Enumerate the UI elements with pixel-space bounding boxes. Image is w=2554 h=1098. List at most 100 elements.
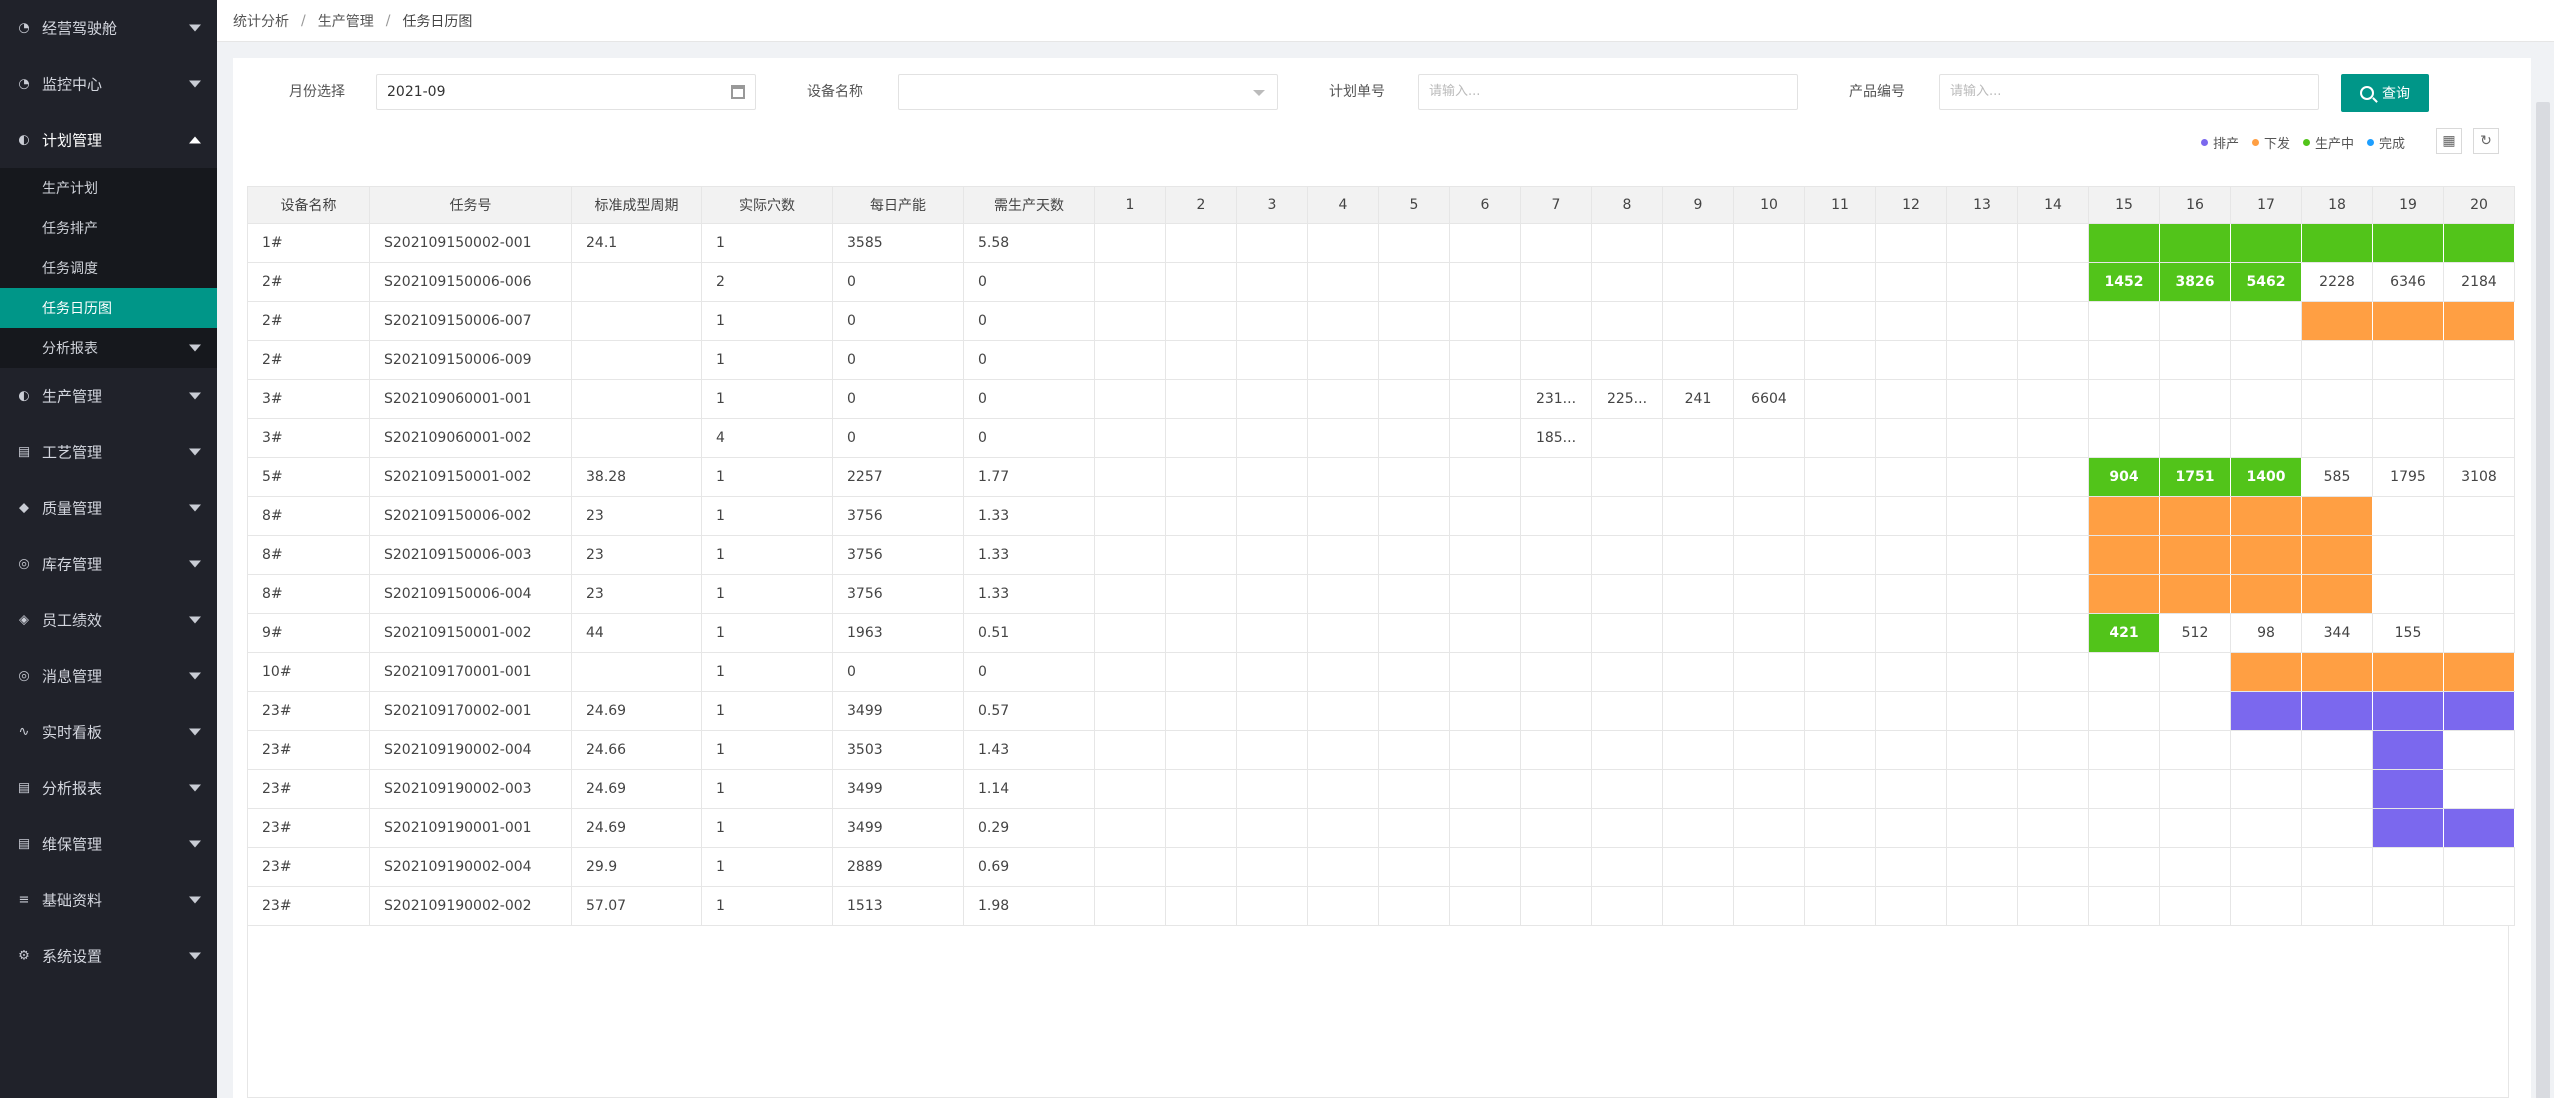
sidebar-subitem-0[interactable]: 生产计划 <box>0 168 217 208</box>
sidebar-subitem-label: 任务调度 <box>42 261 98 277</box>
day-cell <box>1378 847 1450 887</box>
schedule-bar-orange <box>2443 301 2515 341</box>
day-column-header: 18 <box>2301 186 2373 224</box>
day-cell <box>1946 496 2018 536</box>
sidebar-item-5[interactable]: ◆ 质量管理 <box>0 480 217 536</box>
cell-cavities: 1 <box>701 223 833 263</box>
month-picker[interactable]: 2021-09 <box>376 74 756 110</box>
table-row[interactable]: 8# S202109150006-003 23 1 3756 1.33 <box>247 535 2515 575</box>
day-column-header: 7 <box>1520 186 1592 224</box>
sidebar-item-10[interactable]: ▤ 分析报表 <box>0 760 217 816</box>
day-cell <box>1165 418 1237 458</box>
sidebar-item-13[interactable]: ⚙ 系统设置 <box>0 928 217 984</box>
plan-input[interactable]: 请输入... <box>1418 74 1798 110</box>
table-row[interactable]: 8# S202109150006-004 23 1 3756 1.33 <box>247 574 2515 614</box>
sidebar-item-label: 监控中心 <box>42 75 103 94</box>
table-row[interactable]: 23# S202109190002-004 24.66 1 3503 1.43 <box>247 730 2515 770</box>
sidebar-item-9[interactable]: ∿ 实时看板 <box>0 704 217 760</box>
table-row[interactable]: 1# S202109150002-001 24.1 1 3585 5.58 <box>247 223 2515 263</box>
cell-capacity: 2257 <box>832 457 964 497</box>
sidebar-subitem-2[interactable]: 任务调度 <box>0 248 217 288</box>
sidebar-item-11[interactable]: ▤ 维保管理 <box>0 816 217 872</box>
chevron-down-icon <box>189 392 201 400</box>
cell-cavities: 1 <box>701 301 833 341</box>
day-cell <box>1378 301 1450 341</box>
day-cell <box>1875 730 1947 770</box>
query-button[interactable]: 查询 <box>2341 74 2429 112</box>
schedule-bar-purple <box>2443 691 2515 731</box>
sidebar-subitem-3[interactable]: 任务日历图 <box>0 288 217 328</box>
sidebar-subitem-1[interactable]: 任务排产 <box>0 208 217 248</box>
day-cell <box>1449 730 1521 770</box>
day-cell <box>1875 886 1947 926</box>
day-cell <box>1307 652 1379 692</box>
sidebar-item-8[interactable]: ◎ 消息管理 <box>0 648 217 704</box>
day-cell <box>1946 301 2018 341</box>
month-value: 2021-09 <box>387 84 446 100</box>
cell-capacity: 0 <box>832 301 964 341</box>
day-cell <box>1236 574 1308 614</box>
day-cell <box>1449 301 1521 341</box>
table-row[interactable]: 9# S202109150001-002 44 1 1963 0.51 421 512 98 34… <box>247 613 2515 653</box>
cell-cycle: 24.66 <box>571 730 702 770</box>
sidebar-item-1[interactable]: ◔ 监控中心 <box>0 56 217 112</box>
page-scrollbar-thumb[interactable] <box>2536 102 2550 1098</box>
cell-device: 23# <box>247 886 370 926</box>
quality-icon: ◆ <box>19 500 29 516</box>
device-select[interactable] <box>898 74 1278 110</box>
cell-device: 8# <box>247 496 370 536</box>
breadcrumb-item-stats[interactable]: 统计分析 <box>233 11 289 31</box>
day-cell <box>1449 769 1521 809</box>
day-cell <box>1520 769 1592 809</box>
sidebar-subitem-4[interactable]: 分析报表 <box>0 328 217 368</box>
table-row[interactable]: 5# S202109150001-002 38.28 1 2257 1.77 904 1751… <box>247 457 2515 497</box>
table-row[interactable]: 23# S202109190002-003 24.69 1 3499 1.14 <box>247 769 2515 809</box>
table-row[interactable]: 23# S202109190001-001 24.69 1 3499 0.29 <box>247 808 2515 848</box>
day-cell <box>1591 847 1663 887</box>
cell-task: S202109170001-001 <box>369 652 572 692</box>
table-header-row: 设备名称 任务号 标准成型周期 实际穴数 每日产能 需生产天数 1 2 3 4 5 6 7 8 9 10 11 1… <box>247 186 2515 224</box>
sidebar-item-3[interactable]: ◐ 生产管理 <box>0 368 217 424</box>
table-row[interactable]: 3# S202109060001-001 1 0 0 231... 225... 241 660… <box>247 379 2515 419</box>
table-row[interactable]: 23# S202109170002-001 24.69 1 3499 0.57 <box>247 691 2515 731</box>
cell-capacity: 3503 <box>832 730 964 770</box>
legend-dot-icon <box>2367 138 2375 146</box>
day-cell <box>1946 262 2018 302</box>
sidebar-item-0[interactable]: ◔ 经营驾驶舱 <box>0 0 217 56</box>
cell-cycle: 29.9 <box>571 847 702 887</box>
table-row[interactable]: 8# S202109150006-002 23 1 3756 1.33 <box>247 496 2515 536</box>
sidebar-item-label: 经营驾驶舱 <box>42 19 118 38</box>
product-input[interactable]: 请输入... <box>1939 74 2319 110</box>
table-row[interactable]: 23# S202109190002-002 57.07 1 1513 1.98 <box>247 886 2515 926</box>
sidebar-item-7[interactable]: ◈ 员工绩效 <box>0 592 217 648</box>
table-row[interactable]: 2# S202109150006-006 2 0 0 1452 3826 5462 2228 63… <box>247 262 2515 302</box>
cell-cavities: 1 <box>701 379 833 419</box>
cell-days-needed: 0 <box>963 262 1095 302</box>
cell-device: 10# <box>247 652 370 692</box>
columns-icon: ▦ <box>2442 133 2456 149</box>
legend-label: 排产 <box>2213 136 2240 152</box>
table-row[interactable]: 3# S202109060001-002 4 0 0 185... <box>247 418 2515 458</box>
breadcrumb-item-production[interactable]: 生产管理 <box>318 11 374 31</box>
day-cell <box>2230 340 2302 380</box>
day-cell <box>1804 730 1876 770</box>
schedule-bar-orange <box>2301 301 2373 341</box>
page-scrollbar-track[interactable] <box>2532 42 2554 1098</box>
table-row[interactable]: 10# S202109170001-001 1 0 0 <box>247 652 2515 692</box>
table-row[interactable]: 2# S202109150006-007 1 0 0 <box>247 301 2515 341</box>
sidebar-item-6[interactable]: ◎ 库存管理 <box>0 536 217 592</box>
schedule-bar-orange <box>2159 496 2231 536</box>
day-cell <box>1662 652 1734 692</box>
day-column-header: 4 <box>1307 186 1379 224</box>
day-column-header: 17 <box>2230 186 2302 224</box>
day-cell <box>1733 457 1805 497</box>
sidebar-item-12[interactable]: ≡ 基础资料 <box>0 872 217 928</box>
table-row[interactable]: 2# S202109150006-009 1 0 0 <box>247 340 2515 380</box>
column-filter-button[interactable]: ▦ <box>2436 128 2462 154</box>
sidebar-item-2[interactable]: ◐ 计划管理 <box>0 112 217 168</box>
day-cell <box>1875 262 1947 302</box>
table-row[interactable]: 23# S202109190002-004 29.9 1 2889 0.69 <box>247 847 2515 887</box>
sidebar-item-4[interactable]: ▤ 工艺管理 <box>0 424 217 480</box>
refresh-button[interactable]: ↻ <box>2473 128 2499 154</box>
day-cell <box>1520 340 1592 380</box>
